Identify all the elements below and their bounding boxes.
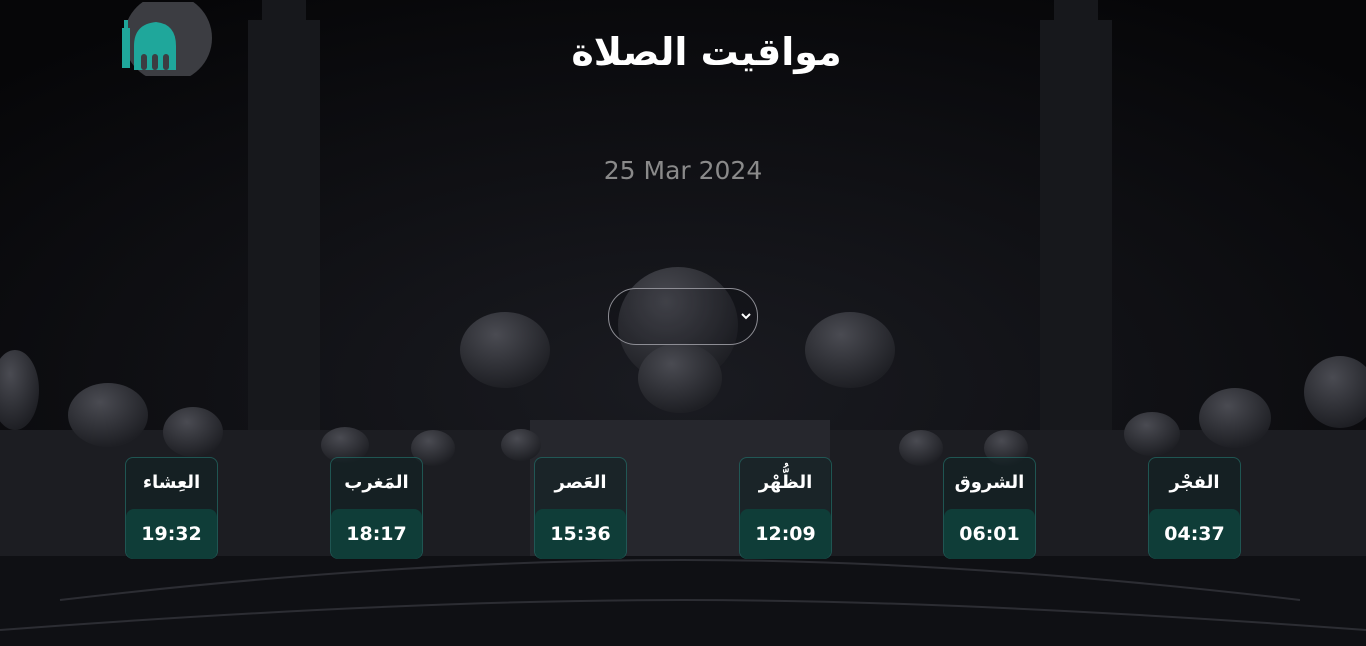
prayer-name: الفجْر: [1169, 472, 1220, 493]
page-title: مواقيت الصلاة: [571, 30, 842, 74]
city-select[interactable]: [608, 288, 758, 345]
prayer-name: العِشاء: [142, 472, 201, 493]
prayer-card-asr: العَصر 15:36: [534, 457, 627, 559]
prayer-time: 12:09: [740, 509, 831, 559]
prayer-card-dhuhr: الظُّهْر 12:09: [739, 457, 832, 559]
prayer-card-maghrib: المَغرب 18:17: [330, 457, 423, 559]
prayer-card-fajr: الفجْر 04:37: [1148, 457, 1241, 559]
prayer-time: 04:37: [1149, 509, 1240, 559]
prayer-name: الظُّهْر: [758, 472, 813, 493]
prayer-time: 06:01: [944, 509, 1035, 559]
prayer-times-page: مواقيت الصلاة 25 Mar 2024 العِشاء 19:32 …: [0, 0, 1366, 646]
prayer-time: 19:32: [126, 509, 217, 559]
prayer-name: الشروق: [954, 472, 1025, 493]
prayer-name: العَصر: [554, 472, 607, 493]
prayer-card-sunrise: الشروق 06:01: [943, 457, 1036, 559]
current-date: 25 Mar 2024: [603, 156, 763, 185]
prayer-time: 18:17: [331, 509, 422, 559]
prayer-time: 15:36: [535, 509, 626, 559]
prayer-card-isha: العِشاء 19:32: [125, 457, 218, 559]
prayer-name: المَغرب: [344, 472, 409, 493]
